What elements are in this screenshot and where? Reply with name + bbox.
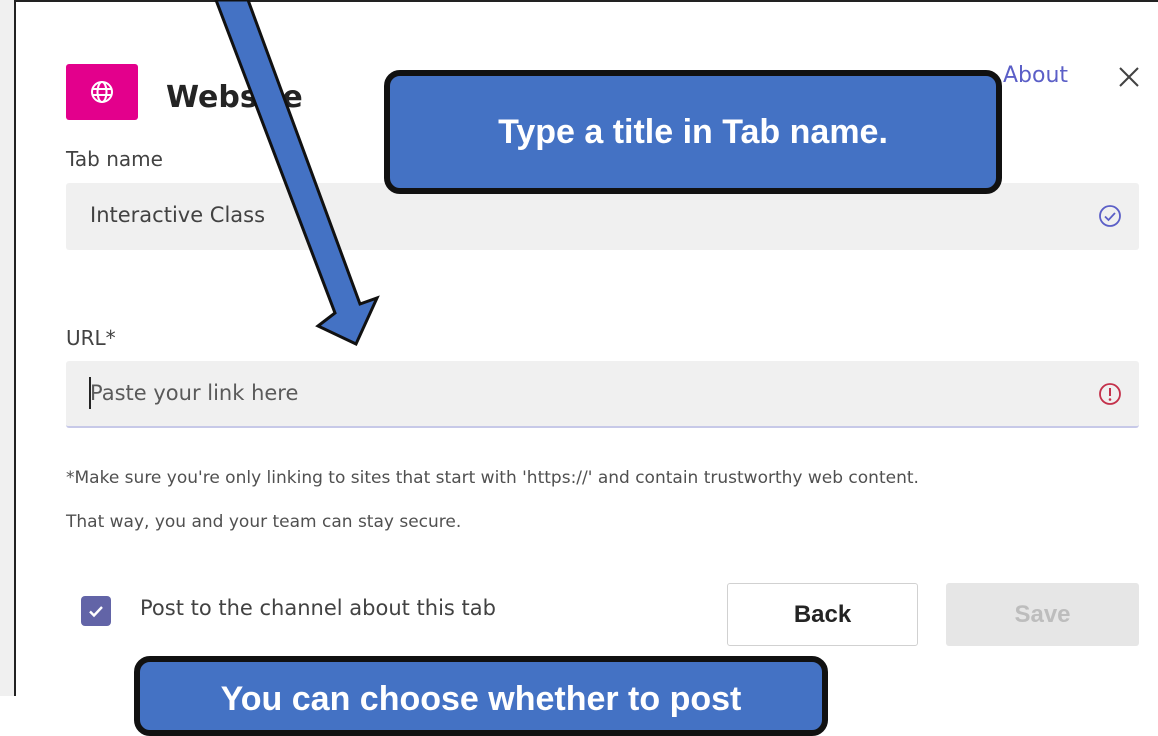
callout-post-choice: You can choose whether to post [134,656,828,736]
callout-tab-name: Type a title in Tab name. [384,70,1002,194]
